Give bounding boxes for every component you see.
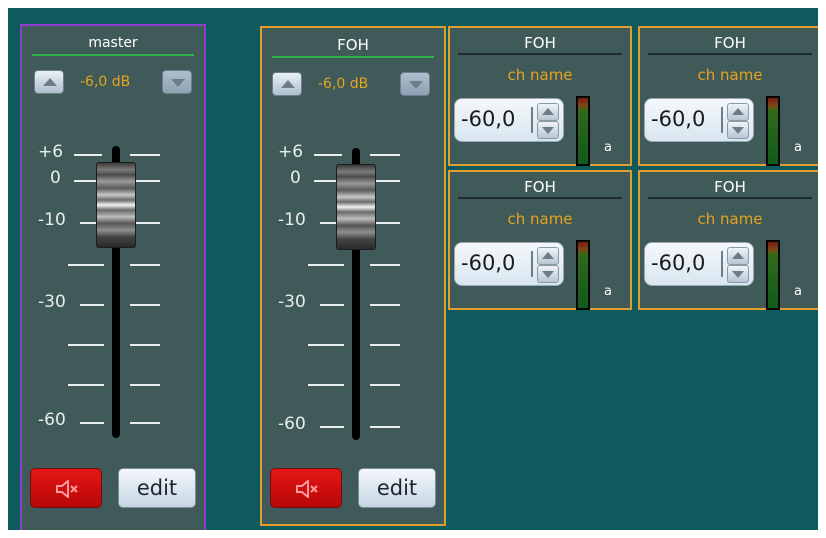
send-level-spinbox[interactable]: -60,0: [644, 98, 754, 142]
level-meter: [766, 96, 780, 166]
scale-tick: [130, 304, 160, 306]
level-meter-fill: [768, 242, 778, 308]
meter-channel-letter: a: [604, 284, 612, 299]
foh-strip: FOH -6,0 dB +6 0 -10 -30 -60 edit: [260, 26, 446, 526]
master-edit-button[interactable]: edit: [118, 468, 196, 508]
scale-tick: [68, 344, 104, 346]
text-cursor: [531, 251, 533, 277]
arrow-up-icon: [732, 252, 744, 259]
send-level-value[interactable]: -60,0: [651, 251, 705, 275]
speaker-mute-icon: [296, 480, 318, 498]
foh-mute-button[interactable]: [270, 468, 342, 508]
scale-tick: [80, 304, 104, 306]
send-cell-2: FOH ch name -60,0 a: [638, 26, 818, 166]
send-channel-name: ch name: [507, 210, 573, 228]
scale-tick: [314, 154, 342, 156]
scale-tick: [308, 344, 344, 346]
arrow-down-icon: [542, 127, 554, 134]
meter-channel-letter: a: [794, 140, 802, 155]
send-title: FOH: [648, 33, 812, 55]
scale-tick: [130, 384, 160, 386]
meter-channel-letter: a: [604, 140, 612, 155]
scale-label-0: 0: [50, 168, 61, 188]
mixer-canvas: master -6,0 dB +6 0 -10 -30 -60 edit FOH…: [8, 8, 818, 530]
scale-tick: [308, 264, 344, 266]
level-meter-fill: [578, 242, 588, 308]
arrow-down-icon: [732, 127, 744, 134]
spin-up-button[interactable]: [727, 103, 749, 121]
text-cursor: [721, 251, 723, 277]
spin-down-button[interactable]: [727, 265, 749, 283]
arrow-down-icon: [732, 271, 744, 278]
arrow-up-icon: [732, 108, 744, 115]
spin-down-button[interactable]: [537, 265, 559, 283]
master-strip: master -6,0 dB +6 0 -10 -30 -60 edit: [20, 24, 206, 530]
send-level-spinbox[interactable]: -60,0: [644, 242, 754, 286]
text-cursor: [721, 107, 723, 133]
speaker-mute-icon: [56, 480, 78, 498]
foh-fader-knob[interactable]: [336, 164, 376, 250]
send-cell-1: FOH ch name -60,0 a: [448, 26, 632, 166]
scale-label-minus10: -10: [38, 210, 66, 230]
send-level-value[interactable]: -60,0: [461, 251, 515, 275]
scale-tick: [370, 264, 400, 266]
arrow-up-icon: [542, 108, 554, 115]
spin-down-button[interactable]: [537, 121, 559, 139]
scale-tick: [130, 344, 160, 346]
send-channel-name: ch name: [697, 66, 763, 84]
scale-tick: [130, 264, 160, 266]
spin-up-button[interactable]: [537, 247, 559, 265]
scale-label-minus30: -30: [278, 292, 306, 312]
send-cell-4: FOH ch name -60,0 a: [638, 170, 818, 310]
scale-tick: [130, 422, 160, 424]
scale-label-plus6: +6: [278, 142, 304, 162]
scale-tick: [68, 384, 104, 386]
scale-tick: [370, 344, 400, 346]
scale-label-minus60: -60: [278, 414, 306, 434]
level-meter: [576, 96, 590, 166]
scale-label-minus10: -10: [278, 210, 306, 230]
send-level-value[interactable]: -60,0: [461, 107, 515, 131]
send-title: FOH: [458, 177, 622, 199]
send-level-value[interactable]: -60,0: [651, 107, 705, 131]
text-cursor: [531, 107, 533, 133]
level-meter: [576, 240, 590, 310]
scale-label-minus60: -60: [38, 410, 66, 430]
scale-label-minus30: -30: [38, 292, 66, 312]
send-title: FOH: [458, 33, 622, 55]
arrow-up-icon: [542, 252, 554, 259]
send-channel-name: ch name: [697, 210, 763, 228]
foh-edit-button[interactable]: edit: [358, 468, 436, 508]
master-mute-button[interactable]: [30, 468, 102, 508]
send-title: FOH: [648, 177, 812, 199]
send-level-spinbox[interactable]: -60,0: [454, 242, 564, 286]
scale-tick: [370, 304, 400, 306]
spin-up-button[interactable]: [727, 247, 749, 265]
meter-channel-letter: a: [794, 284, 802, 299]
scale-tick: [80, 422, 104, 424]
scale-tick: [320, 426, 344, 428]
scale-label-0: 0: [290, 168, 301, 188]
send-channel-name: ch name: [507, 66, 573, 84]
spin-up-button[interactable]: [537, 103, 559, 121]
send-cell-3: FOH ch name -60,0 a: [448, 170, 632, 310]
level-meter: [766, 240, 780, 310]
scale-tick: [370, 154, 400, 156]
level-meter-fill: [768, 98, 778, 164]
master-fader-knob[interactable]: [96, 162, 136, 248]
scale-tick: [308, 384, 344, 386]
level-meter-fill: [578, 98, 588, 164]
scale-tick: [370, 384, 400, 386]
scale-tick: [68, 264, 104, 266]
scale-tick: [370, 426, 400, 428]
scale-tick: [74, 154, 102, 156]
spin-down-button[interactable]: [727, 121, 749, 139]
send-level-spinbox[interactable]: -60,0: [454, 98, 564, 142]
scale-tick: [130, 154, 160, 156]
scale-tick: [320, 304, 344, 306]
arrow-down-icon: [542, 271, 554, 278]
scale-label-plus6: +6: [38, 142, 64, 162]
